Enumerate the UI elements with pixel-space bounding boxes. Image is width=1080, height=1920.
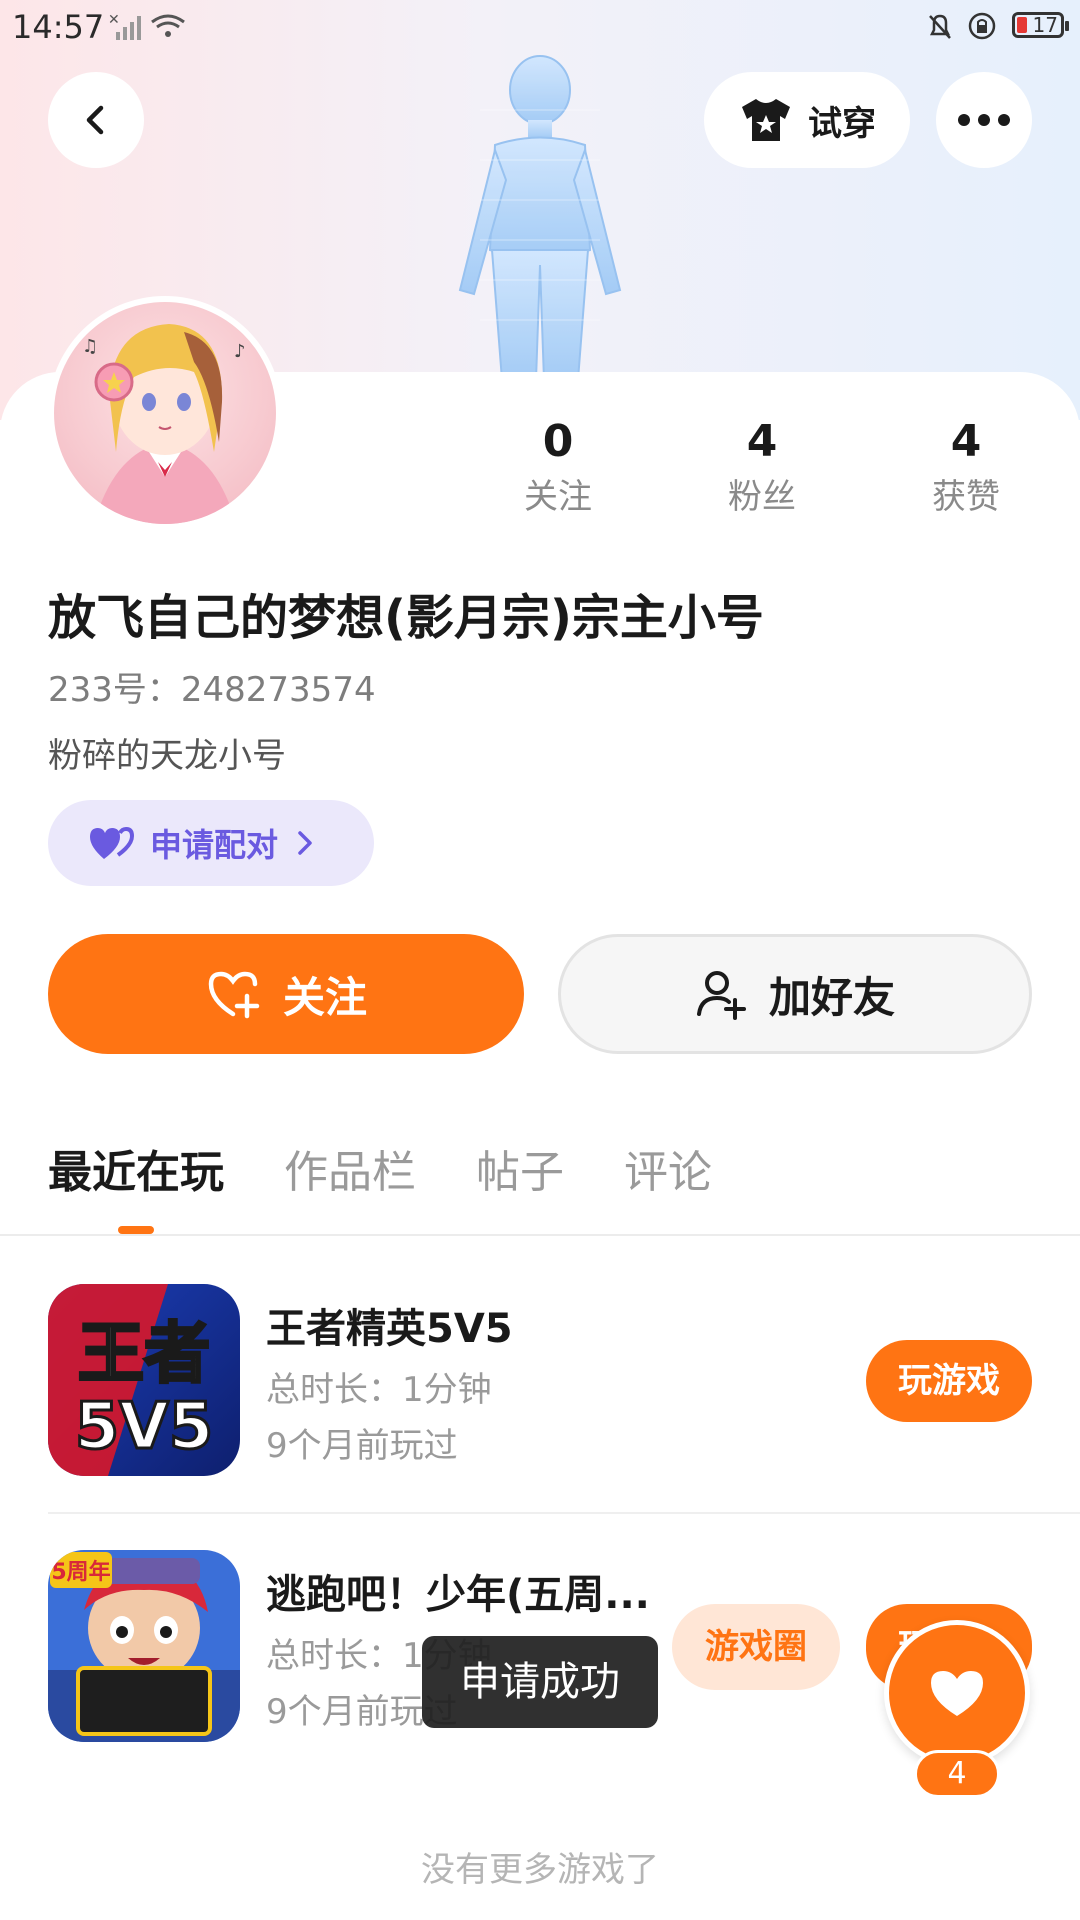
- heart-icon: [931, 1671, 983, 1716]
- follow-button[interactable]: 关注: [48, 934, 524, 1054]
- purple-heart-icon: [90, 826, 135, 859]
- battery-level: 17: [1032, 13, 1058, 37]
- stat-fans-label: 粉丝: [728, 477, 796, 517]
- game-name: 逃跑吧！少年(五周...: [266, 1572, 650, 1618]
- stat-likes-label: 获赞: [932, 477, 1000, 517]
- follow-label: 关注: [282, 972, 367, 1022]
- svg-text:♫: ♫: [82, 336, 98, 357]
- pair-request-button[interactable]: 申请配对: [48, 800, 374, 886]
- stat-following-label: 关注: [524, 477, 592, 517]
- game-circle-button[interactable]: 游戏圈: [672, 1604, 840, 1690]
- stat-fans[interactable]: 4 粉丝: [692, 412, 832, 522]
- game-icon-text-top: 王者: [78, 1315, 210, 1392]
- like-button[interactable]: [884, 1620, 1030, 1766]
- back-icon: [86, 105, 104, 135]
- svg-text:✕: ✕: [108, 12, 120, 28]
- row-divider: [48, 1512, 1080, 1514]
- game-icon-text-bottom: 5V5: [75, 1390, 214, 1464]
- more-icon: [958, 114, 1010, 126]
- escape-boy-icon: 5周年: [48, 1550, 240, 1742]
- like-count-badge: 4: [914, 1750, 1000, 1798]
- game-last-played: 9个月前玩过: [266, 1426, 458, 1466]
- game-row[interactable]: 王者 5V5 王者精英5V5 总时长：1分钟 9个月前玩过 玩游戏: [48, 1284, 1032, 1476]
- tab-recently-played[interactable]: 最近在玩: [48, 1138, 224, 1208]
- game-icon[interactable]: 5周年: [48, 1550, 240, 1742]
- back-button[interactable]: [48, 72, 144, 168]
- tab-active-indicator: [118, 1226, 154, 1234]
- nickname: 放飞自己的梦想(影月宗)宗主小号: [48, 590, 764, 646]
- user-id: 233号：248273574: [48, 670, 376, 710]
- shirt-icon: [742, 99, 790, 141]
- stat-likes[interactable]: 4 获赞: [896, 412, 1036, 522]
- tabs-divider: [0, 1234, 1080, 1236]
- tab-works[interactable]: 作品栏: [284, 1138, 416, 1208]
- status-time: 14:57: [12, 8, 105, 46]
- lock-rotation-icon: [968, 12, 996, 40]
- status-bar: 14:57 ✕ 17: [0, 0, 1080, 56]
- stat-following-value: 0: [542, 416, 574, 467]
- avatar-figure-outline: [458, 55, 622, 380]
- more-button[interactable]: [936, 72, 1032, 168]
- add-friend-label: 加好友: [768, 972, 895, 1022]
- tab-comments[interactable]: 评论: [624, 1138, 712, 1208]
- battery-indicator: 17: [1012, 12, 1069, 38]
- signal-wifi-icon: ✕: [108, 12, 185, 40]
- pair-request-label: 申请配对: [150, 826, 279, 864]
- svg-text:♪: ♪: [234, 341, 246, 362]
- stat-likes-value: 4: [950, 416, 982, 467]
- avatar[interactable]: ♫ ♪: [48, 296, 282, 530]
- tab-posts[interactable]: 帖子: [476, 1138, 564, 1208]
- game-duration: 总时长：1分钟: [266, 1370, 492, 1410]
- game-icon[interactable]: 王者 5V5: [48, 1284, 240, 1476]
- try-on-label: 试穿: [808, 103, 876, 144]
- no-more-games-text: 没有更多游戏了: [421, 1850, 659, 1890]
- try-on-button[interactable]: 试穿: [704, 72, 910, 168]
- toast-message: 申请成功: [422, 1636, 658, 1728]
- game-anniversary-badge: 5周年: [51, 1559, 110, 1585]
- game-name: 王者精英5V5: [266, 1306, 513, 1352]
- heart-plus-icon: [208, 971, 260, 1019]
- add-friend-button[interactable]: 加好友: [558, 934, 1032, 1054]
- chevron-right-icon: [298, 831, 312, 855]
- status-right-icons: 17: [904, 10, 1069, 46]
- bio: 粉碎的天龙小号: [48, 736, 286, 776]
- stat-fans-value: 4: [746, 416, 778, 467]
- king-5v5-icon: 王者 5V5: [48, 1284, 240, 1476]
- user-plus-icon: [696, 971, 746, 1020]
- profile-tabs: 最近在玩 作品栏 帖子 评论: [48, 1138, 712, 1208]
- mute-bell-icon: [929, 14, 951, 39]
- play-game-button[interactable]: 玩游戏: [866, 1340, 1032, 1422]
- stat-following[interactable]: 0 关注: [488, 412, 628, 522]
- avatar-image: ♫ ♪: [82, 324, 246, 524]
